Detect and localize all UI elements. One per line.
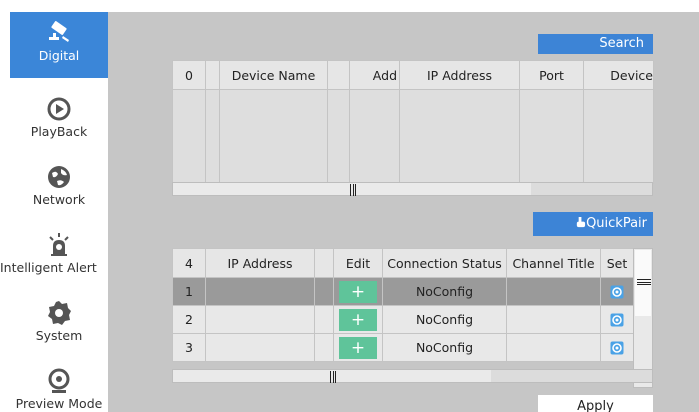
column-header-add[interactable]: Add	[349, 60, 400, 90]
settings-icon[interactable]	[610, 285, 624, 299]
playback-icon	[47, 97, 71, 121]
table-row[interactable]: 3 + NoConfig	[172, 333, 634, 362]
sidebar-item-label: System	[35, 328, 83, 343]
sidebar-item-network[interactable]: Network	[10, 156, 108, 222]
channel-table-hscrollbar[interactable]	[172, 369, 653, 383]
hand-pointer-icon	[576, 217, 586, 228]
scrollbar-grip-icon[interactable]	[330, 371, 336, 383]
row-ip-address	[205, 333, 315, 362]
table-empty-area	[172, 89, 654, 184]
column-header-index: 4	[172, 248, 206, 278]
table-row[interactable]: 2 + NoConfig	[172, 305, 634, 334]
apply-button[interactable]: Apply	[538, 395, 653, 412]
webcam-icon	[48, 368, 70, 393]
column-header-device-name[interactable]: Device Name	[219, 60, 328, 90]
sidebar-item-system[interactable]: System	[10, 292, 108, 358]
row-ip-address	[205, 277, 315, 306]
row-channel-title	[506, 333, 601, 362]
column-header-device[interactable]: Device	[583, 60, 654, 90]
settings-icon[interactable]	[610, 313, 624, 327]
gear-icon	[48, 301, 71, 325]
row-channel-title	[506, 277, 601, 306]
row-connection-status: NoConfig	[382, 277, 507, 306]
camera-icon	[49, 21, 69, 42]
sidebar-item-label: Digital	[38, 48, 80, 63]
column-header-connection-status[interactable]: Connection Status	[382, 248, 507, 278]
sidebar-item-label: PlayBack	[30, 124, 88, 139]
sidebar-item-digital[interactable]: Digital	[10, 12, 108, 78]
sidebar-item-label: Network	[32, 192, 86, 207]
column-header-ip-address[interactable]: IP Address	[399, 60, 520, 90]
network-globe-icon	[48, 166, 70, 188]
device-table-hscrollbar[interactable]	[172, 182, 653, 196]
column-header-spacer	[314, 248, 334, 278]
channel-table-vscrollbar[interactable]	[633, 248, 653, 388]
row-number: 3	[172, 333, 206, 362]
row-number: 2	[172, 305, 206, 334]
sidebar: Digital PlayBack Network Intelligent Ale…	[0, 12, 108, 412]
quickpair-label: QuickPair	[586, 216, 647, 231]
alarm-light-icon	[49, 233, 69, 256]
column-header-ip-address[interactable]: IP Address	[205, 248, 315, 278]
scrollbar-grip-icon[interactable]	[637, 279, 651, 285]
device-table: 0 Device Name Add IP Address Port Device	[172, 60, 654, 184]
scrollbar-grip-icon[interactable]	[350, 184, 356, 196]
sidebar-item-label: Intelligent Alert	[0, 260, 97, 275]
quickpair-button[interactable]: QuickPair	[533, 212, 653, 236]
add-channel-button[interactable]: +	[339, 308, 377, 331]
channel-table: 4 IP Address Edit Connection Status Chan…	[172, 248, 634, 362]
sidebar-item-intelligent-alert[interactable]: Intelligent Alert	[0, 224, 108, 290]
column-header-channel-title[interactable]: Channel Title	[506, 248, 601, 278]
column-header-edit[interactable]: Edit	[333, 248, 383, 278]
column-header-spacer	[205, 60, 220, 90]
table-row[interactable]: 1 + NoConfig	[172, 277, 634, 306]
search-button[interactable]: Search	[538, 34, 653, 54]
sidebar-item-label: Preview Mode	[15, 396, 103, 411]
sidebar-item-playback[interactable]: PlayBack	[10, 88, 108, 154]
add-channel-button[interactable]: +	[339, 336, 377, 359]
row-ip-address	[205, 305, 315, 334]
column-header-index: 0	[172, 60, 206, 90]
row-number: 1	[172, 277, 206, 306]
add-channel-button[interactable]: +	[339, 280, 377, 303]
settings-icon[interactable]	[610, 341, 624, 355]
row-connection-status: NoConfig	[382, 333, 507, 362]
row-connection-status: NoConfig	[382, 305, 507, 334]
column-header-set[interactable]: Set	[600, 248, 634, 278]
column-header-port[interactable]: Port	[519, 60, 584, 90]
row-channel-title	[506, 305, 601, 334]
sidebar-item-preview-mode[interactable]: Preview Mode	[10, 360, 108, 412]
app-window: Digital PlayBack Network Intelligent Ale…	[0, 0, 699, 412]
column-header-spacer	[327, 60, 350, 90]
